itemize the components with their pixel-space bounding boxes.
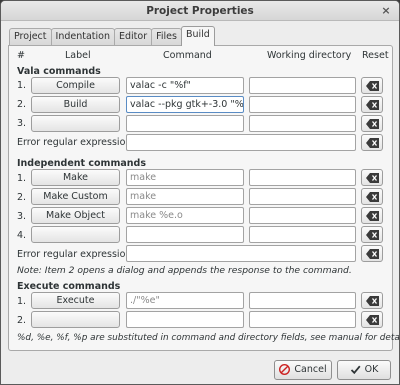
error-regex-label: Error regular expression: (17, 249, 135, 260)
label-button-make-object[interactable]: Make Object (31, 207, 120, 224)
error-regex-field[interactable] (126, 245, 356, 262)
command-field[interactable] (126, 311, 244, 328)
reset-button[interactable] (361, 115, 383, 132)
ok-check-icon (350, 364, 365, 375)
label-button-empty[interactable] (31, 226, 120, 243)
cancel-icon (279, 363, 294, 376)
working-directory-field[interactable] (249, 188, 356, 205)
row-number: 2. (17, 192, 27, 203)
label-button-empty[interactable] (31, 115, 120, 132)
substitution-footnote: %d, %e, %f, %p are substituted in comman… (17, 333, 400, 343)
reset-button[interactable] (361, 226, 383, 243)
working-directory-field[interactable] (249, 169, 356, 186)
window-title: Project Properties (146, 5, 254, 17)
reset-button[interactable] (361, 245, 383, 262)
command-field[interactable]: valac --pkg gtk+-3.0 "%f" (126, 96, 244, 113)
command-field[interactable] (126, 226, 244, 243)
working-directory-field[interactable] (249, 207, 356, 224)
column-header-working-directory: Working directory (267, 50, 352, 61)
column-header-reset: Reset (362, 50, 389, 61)
working-directory-field[interactable] (249, 226, 356, 243)
reset-button[interactable] (361, 134, 383, 151)
project-properties-dialog: Project Properties × Project Indentation… (0, 0, 400, 385)
working-directory-field[interactable] (249, 77, 356, 94)
row-number: 1. (17, 173, 27, 184)
command-field[interactable]: make (126, 188, 244, 205)
tab-editor[interactable]: Editor (113, 28, 153, 45)
command-field[interactable]: make (126, 169, 244, 186)
command-field[interactable]: make %e.o (126, 207, 244, 224)
ok-button[interactable]: OK (337, 360, 391, 380)
error-regex-label: Error regular expression: (17, 137, 135, 148)
ok-label: OK (364, 364, 379, 375)
label-button-execute[interactable]: Execute (31, 292, 120, 309)
working-directory-field[interactable] (249, 311, 356, 328)
row-number: 2. (17, 315, 27, 326)
label-button-make-custom-target[interactable]: Make Custom Target (31, 188, 120, 205)
row-number: 4. (17, 230, 27, 241)
vala-commands-heading: Vala commands (17, 66, 101, 77)
error-regex-field[interactable] (126, 134, 356, 151)
tab-project[interactable]: Project (9, 28, 52, 45)
tab-build[interactable]: Build (180, 26, 215, 46)
reset-button[interactable] (361, 188, 383, 205)
reset-button[interactable] (361, 77, 383, 94)
tab-indentation[interactable]: Indentation (50, 28, 115, 45)
row-number: 2. (17, 99, 27, 110)
independent-commands-heading: Independent commands (17, 158, 146, 169)
working-directory-field[interactable] (249, 115, 356, 132)
row-number: 1. (17, 80, 27, 91)
reset-button[interactable] (361, 292, 383, 309)
command-field[interactable]: valac -c "%f" (126, 77, 244, 94)
command-field[interactable] (126, 115, 244, 132)
column-header-label: Label (65, 50, 91, 61)
reset-button[interactable] (361, 169, 383, 186)
row-number: 3. (17, 211, 27, 222)
label-button-make[interactable]: Make (31, 169, 120, 186)
title-bar: Project Properties × (1, 1, 399, 21)
tab-bar: Project Indentation Editor Files Build (9, 26, 215, 46)
reset-button[interactable] (361, 207, 383, 224)
label-button-empty[interactable] (31, 311, 120, 328)
label-button-build[interactable]: Build (31, 96, 120, 113)
row-number: 1. (17, 296, 27, 307)
row-number: 3. (17, 118, 27, 129)
working-directory-field[interactable] (249, 292, 356, 309)
tab-files[interactable]: Files (151, 28, 182, 45)
cancel-button[interactable]: Cancel (274, 360, 332, 380)
column-header-num: # (17, 50, 25, 61)
independent-note: Note: Item 2 opens a dialog and appends … (17, 265, 352, 276)
column-header-command: Command (163, 50, 212, 61)
label-button-compile[interactable]: Compile (31, 77, 120, 94)
reset-button[interactable] (361, 96, 383, 113)
working-directory-field[interactable] (249, 96, 356, 113)
execute-commands-heading: Execute commands (17, 281, 121, 292)
reset-button[interactable] (361, 311, 383, 328)
close-icon[interactable]: × (379, 4, 393, 18)
cancel-label: Cancel (294, 364, 327, 375)
command-field[interactable]: ./"%e" (126, 292, 244, 309)
